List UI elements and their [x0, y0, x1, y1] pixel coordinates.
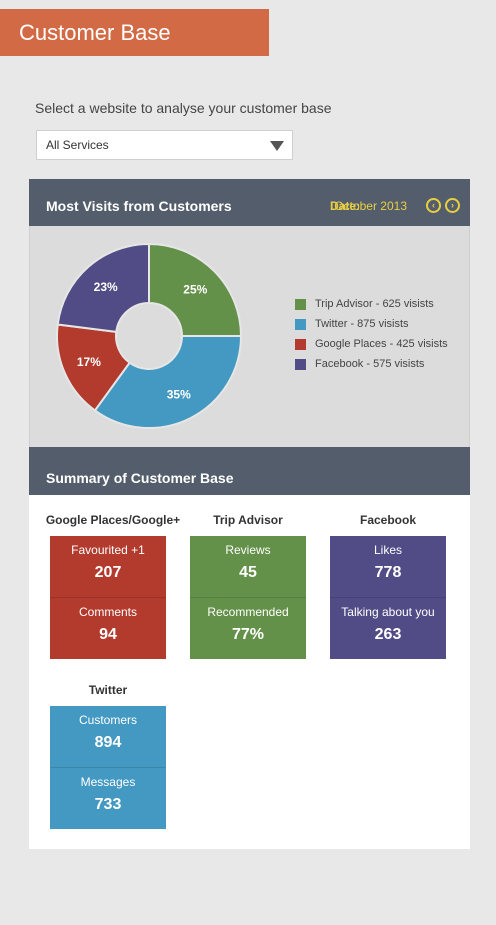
summary-panel-header: Summary of Customer Base — [29, 447, 470, 495]
legend-swatch — [295, 358, 306, 370]
metric-label: Messages — [80, 775, 136, 789]
tripadvisor-stats-card: Reviews 45 Recommended 77% — [190, 536, 306, 659]
metric-label: Recommended — [207, 605, 289, 619]
page-title: Customer Base — [0, 9, 269, 56]
pie-slice-label: 17% — [77, 355, 101, 369]
metric-value: 207 — [94, 564, 122, 581]
legend-item: Facebook - 575 visists — [295, 354, 448, 374]
website-select[interactable]: All Services — [36, 130, 293, 160]
legend-label: Google Places - 425 visists — [315, 338, 448, 350]
metric-cell: Favourited +1 207 — [50, 536, 166, 597]
metric-label: Talking about you — [341, 605, 435, 619]
metric-label: Comments — [78, 605, 137, 619]
chart-legend: Trip Advisor - 625 visists Twitter - 875… — [295, 294, 448, 374]
group-title-facebook: Facebook — [359, 513, 416, 527]
visits-panel-header: Most Visits from Customers Date: October… — [29, 179, 470, 226]
metric-cell: Recommended 77% — [190, 597, 306, 659]
summary-area: Google Places/Google+ Favourited +1 207 … — [29, 495, 470, 849]
visits-panel-title: Most Visits from Customers — [46, 198, 232, 214]
group-title-google: Google Places/Google+ — [45, 513, 181, 527]
metric-label: Likes — [373, 543, 402, 557]
twitter-stats-card: Customers 894 Messages 733 — [50, 706, 166, 829]
pie-slice-label: 35% — [167, 387, 191, 401]
chevron-right-icon[interactable]: › — [445, 198, 460, 213]
pie-slice-label: 23% — [94, 280, 118, 294]
metric-cell: Comments 94 — [50, 597, 166, 659]
legend-swatch — [295, 318, 306, 330]
facebook-stats-card: Likes 778 Talking about you 263 — [330, 536, 446, 659]
metric-label: Customers — [78, 713, 137, 727]
legend-swatch — [295, 298, 306, 310]
legend-item: Twitter - 875 visists — [295, 314, 448, 334]
metric-value: 94 — [99, 626, 117, 643]
metric-label: Reviews — [225, 543, 271, 557]
legend-item: Google Places - 425 visists — [295, 334, 448, 354]
dropdown-arrow-icon — [270, 141, 284, 151]
metric-cell: Customers 894 — [50, 706, 166, 767]
pie-slice-label: 25% — [183, 283, 207, 297]
metric-value: 77% — [231, 626, 265, 643]
metric-cell: Messages 733 — [50, 767, 166, 829]
group-title-twitter: Twitter — [88, 683, 128, 697]
legend-item: Trip Advisor - 625 visists — [295, 294, 448, 314]
metric-cell: Reviews 45 — [190, 536, 306, 597]
metric-value: 894 — [94, 734, 122, 751]
chevron-left-icon[interactable]: ‹ — [426, 198, 441, 213]
metric-label: Favourited +1 — [71, 543, 145, 557]
metric-value: 733 — [94, 796, 122, 813]
metric-value: 45 — [239, 564, 257, 581]
website-select-value: All Services — [46, 138, 109, 152]
legend-label: Facebook - 575 visists — [315, 358, 425, 370]
metric-value: 263 — [374, 626, 402, 643]
legend-swatch — [295, 338, 306, 350]
metric-cell: Likes 778 — [330, 536, 446, 597]
metric-cell: Talking about you 263 — [330, 597, 446, 659]
metric-value: 778 — [374, 564, 402, 581]
legend-label: Trip Advisor - 625 visists — [315, 298, 434, 310]
summary-panel-title: Summary of Customer Base — [46, 470, 234, 486]
group-title-tripadvisor: Trip Advisor — [213, 513, 283, 527]
legend-label: Twitter - 875 visists — [315, 318, 409, 330]
select-website-label: Select a website to analyse your custome… — [35, 100, 332, 116]
google-stats-card: Favourited +1 207 Comments 94 — [50, 536, 166, 659]
